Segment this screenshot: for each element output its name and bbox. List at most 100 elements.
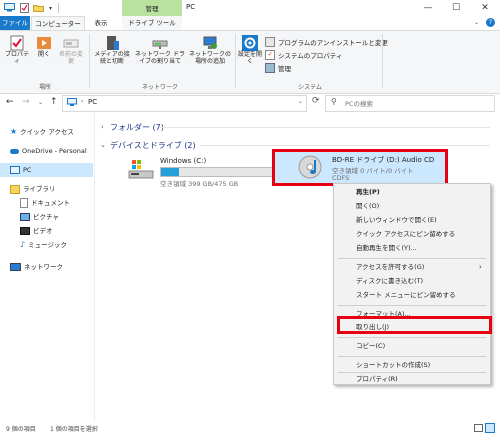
menu-item-burn[interactable]: ディスクに書き込む(T) [356, 275, 423, 288]
media-connect-button[interactable]: メディアの接続と切断 [92, 35, 132, 79]
ribbon-separator [382, 34, 383, 88]
refresh-icon[interactable]: ⟳ [312, 96, 320, 106]
nav-onedrive-label: OneDrive - Personal [22, 147, 87, 155]
context-tab-group-label: 管理 [145, 5, 159, 13]
properties-button[interactable]: プロパティ [4, 35, 30, 75]
open-icon [37, 37, 51, 49]
menu-separator [338, 258, 486, 259]
qat-properties-icon[interactable] [20, 3, 29, 13]
system-properties-button[interactable]: ✓ システムのプロパティ [265, 49, 342, 60]
menu-item-open[interactable]: 開く(O) [356, 200, 379, 213]
nav-documents[interactable]: ドキュメント [20, 197, 70, 209]
menu-item-copy[interactable]: コピー(C) [356, 340, 385, 353]
menu-item-pin-start[interactable]: スタート メニューにピン留めする [356, 289, 456, 302]
menu-item-properties[interactable]: プロパティ(R) [356, 373, 398, 386]
minimize-button[interactable]: — [415, 0, 441, 16]
address-pc-icon [67, 98, 77, 106]
nav-quick-access-label: クイック アクセス [20, 128, 74, 136]
up-icon[interactable]: ↑ [50, 97, 58, 107]
group-label-network: ネットワーク [141, 84, 178, 91]
library-icon [10, 184, 20, 194]
manage-button[interactable]: 管理 [265, 62, 291, 73]
media-server-icon [107, 36, 119, 50]
tab-drive-tools[interactable]: ドライブ ツール [122, 16, 182, 30]
nav-music[interactable]: ♪ ミュージック [20, 239, 67, 251]
nav-pc[interactable]: PC [10, 164, 31, 176]
nav-onedrive[interactable]: OneDrive - Personal [10, 145, 87, 157]
search-placeholder[interactable]: PCの検索 [345, 98, 373, 108]
context-menu: 再生(P) 開く(O) 新しいウィンドウで開く(E) クイック アクセスにピン留… [333, 183, 491, 385]
window-title: PC [186, 3, 196, 11]
nav-network[interactable]: ネットワーク [10, 261, 63, 273]
drive-c-usage-fill [161, 168, 180, 176]
devices-chevron-icon[interactable]: ⌄ [100, 141, 106, 149]
tab-computer[interactable]: コンピューター [31, 16, 85, 31]
folders-chevron-icon[interactable]: › [101, 123, 104, 131]
large-icons-view-icon[interactable] [485, 423, 495, 433]
tab-view[interactable]: 表示 [85, 16, 117, 30]
nav-videos-label: ビデオ [33, 227, 53, 235]
open-button[interactable]: 開く [33, 35, 55, 75]
forward-icon[interactable]: → [22, 97, 30, 107]
nav-pictures[interactable]: ピクチャ [20, 211, 59, 223]
app-icon[interactable] [4, 3, 15, 12]
star-icon: ★ [10, 127, 18, 136]
pc-icon [10, 166, 20, 174]
nav-pictures-label: ピクチャ [33, 213, 59, 221]
uninstall-program-button[interactable]: プログラムのアンインストールと変更 [265, 36, 388, 47]
nav-network-label: ネットワーク [24, 263, 63, 271]
close-button[interactable]: ✕ [472, 0, 498, 16]
menu-item-open-new-window[interactable]: 新しいウィンドウで開く(E) [356, 214, 437, 227]
system-properties-label: システムのプロパティ [278, 51, 343, 60]
map-drive-label: ネットワーク ドライブの割り当て [135, 51, 185, 65]
menu-item-pin-quick-access[interactable]: クイック アクセスにピン留めする [356, 228, 455, 241]
picture-icon [20, 213, 30, 221]
network-icon [10, 263, 21, 271]
address-dropdown-icon[interactable]: ⌄ [298, 98, 303, 105]
breadcrumb-arrow-icon[interactable]: › [81, 98, 83, 105]
ribbon-separator [89, 34, 90, 88]
qat-dropdown-icon[interactable]: ▾ [49, 5, 52, 12]
eject-highlight-box [337, 316, 492, 334]
open-settings-button[interactable]: 設定を開く [238, 35, 262, 79]
drive-c-usage-bar [160, 167, 275, 177]
help-icon[interactable]: ? [486, 18, 495, 27]
network-drive-icon [152, 40, 168, 49]
uninstall-label: プログラムのアンインストールと変更 [278, 38, 388, 47]
menu-item-give-access[interactable]: アクセスを許可する(G) [356, 261, 424, 274]
collapse-ribbon-icon[interactable]: ⌄ [474, 19, 479, 26]
check-icon: ✓ [265, 49, 275, 60]
drive-c-name: Windows (C:) [160, 157, 207, 165]
menu-item-create-shortcut[interactable]: ショートカットの作成(S) [356, 359, 430, 372]
add-network-location-button[interactable]: ネットワークの場所の追加 [188, 35, 232, 79]
devices-header-rule [200, 145, 490, 146]
search-icon: ⚲ [331, 97, 337, 106]
gear-icon [242, 35, 258, 51]
title-separator [58, 3, 59, 13]
details-view-icon[interactable] [474, 424, 483, 432]
menu-item-autoplay[interactable]: 自動再生を開く(Y)... [356, 242, 417, 255]
status-item-count: 9 個の項目 [6, 426, 36, 433]
back-icon[interactable]: ← [6, 97, 14, 107]
cloud-icon [10, 148, 19, 154]
menu-item-play[interactable]: 再生(P) [356, 186, 380, 199]
nav-libraries-label: ライブラリ [23, 185, 56, 193]
maximize-button[interactable]: ☐ [443, 0, 469, 16]
submenu-arrow-icon: › [479, 263, 482, 271]
recent-dropdown-icon[interactable]: ⌄ [38, 99, 43, 106]
qat-new-folder-icon[interactable] [33, 4, 44, 12]
title-bar: ▾ 管理 PC — ☐ ✕ [0, 0, 500, 30]
map-drive-button[interactable]: ネットワーク ドライブの割り当て [134, 35, 186, 79]
devices-header[interactable]: デバイスとドライブ (2) [110, 140, 196, 151]
tab-file[interactable]: ファイル [0, 16, 30, 30]
nav-documents-label: ドキュメント [31, 199, 70, 207]
nav-quick-access[interactable]: ★ クイック アクセス [10, 126, 74, 138]
nav-music-label: ミュージック [28, 241, 67, 249]
address-bar[interactable] [62, 95, 307, 112]
folders-header[interactable]: フォルダー (7) [110, 122, 164, 133]
nav-libraries[interactable]: ライブラリ [10, 183, 56, 195]
nav-videos[interactable]: ビデオ [20, 225, 53, 237]
address-path[interactable]: PC [88, 98, 97, 106]
rename-button[interactable]: 名前の変更 [58, 35, 84, 75]
drive-c-icon [128, 160, 154, 180]
